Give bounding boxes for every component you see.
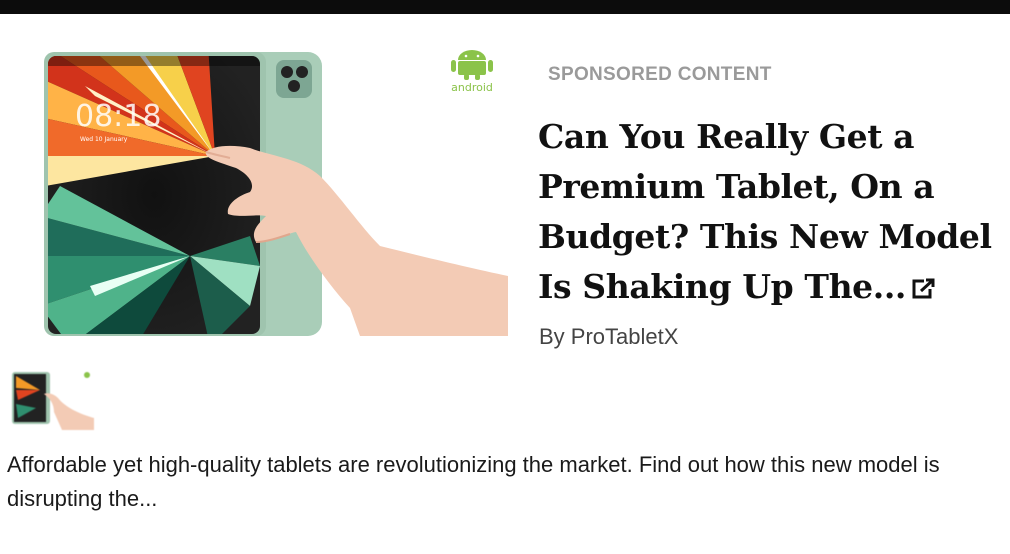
external-link-icon xyxy=(912,265,936,315)
sponsored-label: SPONSORED CONTENT xyxy=(548,64,772,85)
android-logo-icon: android xyxy=(436,50,508,94)
tablet-date: Wed 10 January xyxy=(80,136,128,143)
ad-headline-link[interactable]: Can You Really Get a Premium Tablet, On … xyxy=(538,112,1010,315)
tablet-time: 08:18 xyxy=(75,99,161,134)
ad-thumbnail[interactable] xyxy=(10,368,94,430)
ad-byline: By ProTabletX xyxy=(539,324,679,349)
top-bar xyxy=(0,0,1010,14)
ad-description: Affordable yet high-quality tablets are … xyxy=(7,452,940,511)
android-wordmark: android xyxy=(451,81,493,94)
ad-hero-image[interactable]: 08:18 Wed 10 January xyxy=(0,46,508,336)
